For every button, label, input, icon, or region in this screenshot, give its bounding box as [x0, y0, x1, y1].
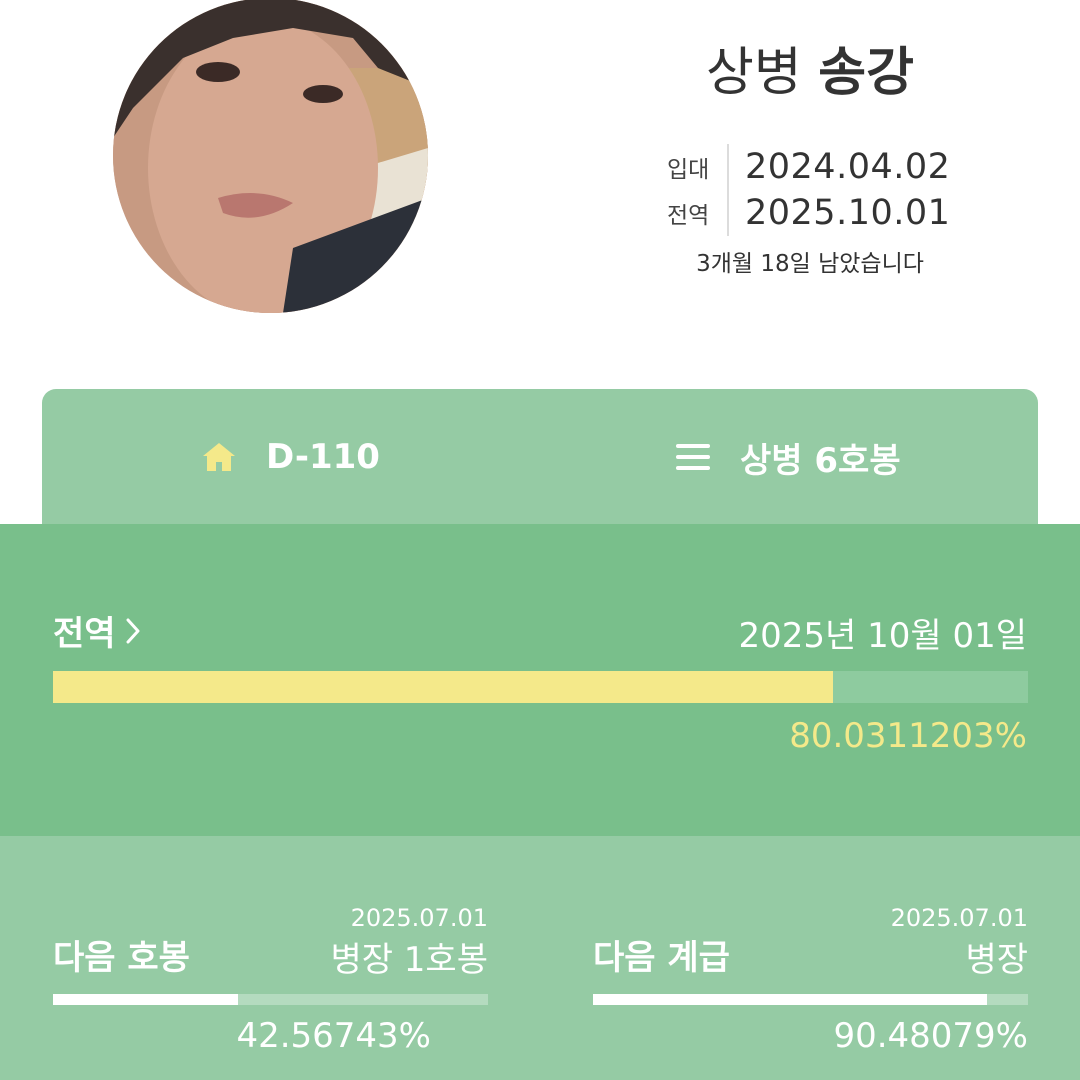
discharge-panel: 전역 2025년 10월 01일 80.0311203%	[0, 524, 1080, 836]
progress-details-panel: 다음 호봉 2025.07.01 병장 1호봉 42.56743% 다음 계급 …	[0, 836, 1080, 1080]
next-rank-date: 2025.07.01	[890, 904, 1028, 932]
next-step-progress-fill	[53, 994, 239, 1005]
enlist-label: 입대	[667, 157, 710, 183]
home-icon	[202, 442, 236, 472]
next-step-section: 다음 호봉 2025.07.01 병장 1호봉 42.56743%	[53, 836, 488, 1080]
remaining-time: 3개월 18일 남았습니다	[696, 251, 924, 277]
divider	[727, 190, 729, 236]
tab-rank[interactable]: 상병 6호봉	[676, 389, 901, 525]
chevron-right-icon	[126, 618, 140, 644]
service-dates: 입대 2024.04.02 전역 2025.10.01	[667, 144, 950, 236]
menu-icon	[676, 444, 710, 470]
next-rank-percent: 90.48079%	[833, 1016, 1028, 1056]
discharge-link[interactable]: 전역	[53, 606, 140, 655]
discharge-title: 전역	[53, 614, 116, 654]
next-step-percent: 42.56743%	[236, 1016, 431, 1056]
name-text: 송강	[818, 43, 914, 103]
discharge-date-small: 2025.10.01	[745, 193, 951, 233]
discharge-label-small: 전역	[667, 203, 710, 229]
discharge-progress-bar	[53, 671, 1028, 703]
next-step-progress-bar	[53, 994, 488, 1005]
next-rank-title: 다음 계급	[593, 938, 730, 978]
tab-dday[interactable]: D-110	[202, 389, 380, 525]
rank-step-label: 상병 6호봉	[740, 440, 901, 481]
discharge-date: 2025년 10월 01일	[738, 616, 1027, 656]
next-rank-section: 다음 계급 2025.07.01 병장 90.48079%	[593, 836, 1028, 1080]
discharge-row: 전역 2025.10.01	[667, 190, 950, 236]
rank-text: 상병	[706, 43, 802, 103]
tab-bar: D-110 상병 6호봉	[42, 389, 1038, 525]
next-step-title: 다음 호봉	[53, 938, 190, 978]
next-rank-progress-bar	[593, 994, 1028, 1005]
dday-label: D-110	[266, 437, 380, 477]
next-step-date: 2025.07.01	[350, 904, 488, 932]
profile-photo	[113, 0, 428, 313]
discharge-percent: 80.0311203%	[789, 716, 1027, 756]
next-step-value: 병장 1호봉	[330, 940, 488, 980]
profile-avatar[interactable]	[113, 0, 428, 313]
next-rank-progress-fill	[593, 994, 987, 1005]
discharge-progress-fill	[53, 671, 834, 703]
soldier-name: 상병 송강	[580, 30, 1040, 105]
enlist-date: 2024.04.02	[745, 147, 951, 187]
enlist-row: 입대 2024.04.02	[667, 144, 950, 190]
divider	[727, 144, 729, 190]
next-rank-value: 병장	[965, 940, 1028, 980]
